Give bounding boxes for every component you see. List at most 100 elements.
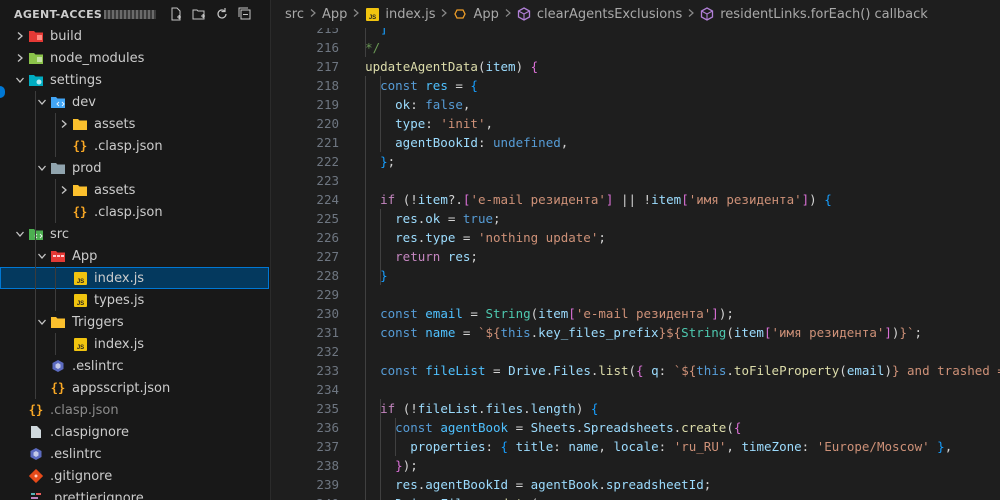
code-token: properties [410,439,486,454]
code-token: 'имя резидента' [688,192,802,207]
code-token: ; [387,154,396,169]
code-text: type: 'init', [350,114,493,133]
code-token: } and trashed = false` [891,363,1000,378]
code-text: if (!fileList.files.length) { [350,399,598,418]
chevron-right-icon [352,7,360,21]
tree-item[interactable]: src [0,223,269,245]
tree-item[interactable]: JS index.js [0,333,269,355]
code-token: { [470,78,478,93]
breadcrumb-item[interactable]: residentLinks.forEach() callback [700,7,928,22]
code-token: ! [410,401,418,416]
tree-item[interactable]: JS index.js [0,267,269,289]
collapse-all-icon[interactable] [237,6,253,22]
tree-item[interactable]: {} .clasp.json [0,399,269,421]
chevron-down-icon[interactable] [12,72,28,88]
code-indent-guide [365,28,366,57]
chevron-right-icon[interactable] [56,116,72,132]
folder-icon [50,160,66,176]
chevron-down-icon[interactable] [34,314,50,330]
folder-icon [28,50,44,66]
breadcrumb-item[interactable]: JS index.js [365,7,435,22]
tree-item[interactable]: {} .clasp.json [0,201,269,223]
new-file-icon[interactable] [168,6,184,22]
code-token: files [485,401,524,416]
tree-item-label: .clasp.json [94,204,163,220]
code-token: , [560,135,569,150]
tree-item[interactable]: prod [0,157,269,179]
tree-item[interactable]: Triggers [0,311,269,333]
code-editor[interactable]: 215 ] 216 */217 updateAgentData(item) {21… [271,28,1000,500]
tree-item[interactable]: JS types.js [0,289,269,311]
chevron-down-icon[interactable] [12,226,28,242]
chevron-right-icon[interactable] [56,182,72,198]
explorer-sidebar: AGENT-ACCES build node_modules settings dev… [0,0,271,500]
code-token: const [380,325,426,340]
code-line: 233 const fileList = Drive.Files.list({ … [271,361,1000,380]
code-text: ok: false, [350,95,470,114]
workspace-title[interactable]: AGENT-ACCES [14,8,102,21]
code-token: name [425,325,456,340]
code-token: }` [899,325,915,340]
breadcrumb-item[interactable]: src [285,7,304,22]
tree-item-label: src [50,226,69,242]
tree-item[interactable]: .eslintrc [0,443,269,465]
tree-item[interactable]: build [0,25,269,47]
tree-item[interactable]: .claspignore [0,421,269,443]
chevron-down-icon[interactable] [34,248,50,264]
tree-item[interactable]: node_modules [0,47,269,69]
tree-item[interactable]: assets [0,179,269,201]
code-token: `${ [477,325,501,340]
code-token: agentBookId [425,477,509,492]
tree-item[interactable]: {} .clasp.json [0,135,269,157]
code-token: . [523,401,531,416]
tree-item[interactable]: .eslintrc [0,355,269,377]
tree-item[interactable]: settings [0,69,269,91]
breadcrumb-item[interactable]: clearAgentsExclusions [517,7,682,22]
eslint-file-icon [28,446,44,462]
new-folder-icon[interactable] [191,6,207,22]
code-token: || ! [613,192,652,207]
tree-item[interactable]: dev [0,91,269,113]
tree-item[interactable]: assets [0,113,269,135]
line-number: 215 [316,28,339,36]
folder-icon [50,314,66,330]
chevron-down-icon[interactable] [34,94,50,110]
breadcrumb-item[interactable]: App [453,7,499,22]
tree-item[interactable]: {} appsscript.json [0,377,269,399]
code-token: = [508,477,531,492]
json-file-icon: {} [50,381,66,395]
code-token: this [696,363,727,378]
refresh-icon[interactable] [214,6,230,22]
code-token: key_files_prefix [538,325,659,340]
code-token: ) [515,59,531,74]
method-icon [700,7,714,21]
line-number: 227 [316,249,339,264]
tree-item[interactable]: .gitignore [0,465,269,487]
tree-item[interactable]: .prettierignore [0,487,269,500]
breadcrumb-item[interactable]: App [322,7,347,22]
js-file-icon: JS [72,292,88,308]
svg-text:JS: JS [76,279,83,285]
code-token: name [568,439,599,454]
chevron-down-icon[interactable] [34,160,50,176]
explorer-header: AGENT-ACCES [0,0,270,28]
code-text: const fileList = Drive.Files.list({ q: `… [350,361,1000,380]
code-token: list [598,363,629,378]
code-line: 230 const email = String(item['e-mail ре… [271,304,1000,323]
tree-item[interactable]: App [0,245,269,267]
code-token: item [417,192,448,207]
code-text: }; [350,152,395,171]
code-token: String [485,306,531,321]
code-token: res [425,78,448,93]
code-token: : [410,97,426,112]
chevron-right-icon[interactable] [12,28,28,44]
folder-icon [72,182,88,198]
line-number: 237 [316,439,339,454]
chevron-right-icon[interactable] [12,50,28,66]
line-number: 231 [316,325,339,340]
tree-item-label: .clasp.json [50,402,119,418]
